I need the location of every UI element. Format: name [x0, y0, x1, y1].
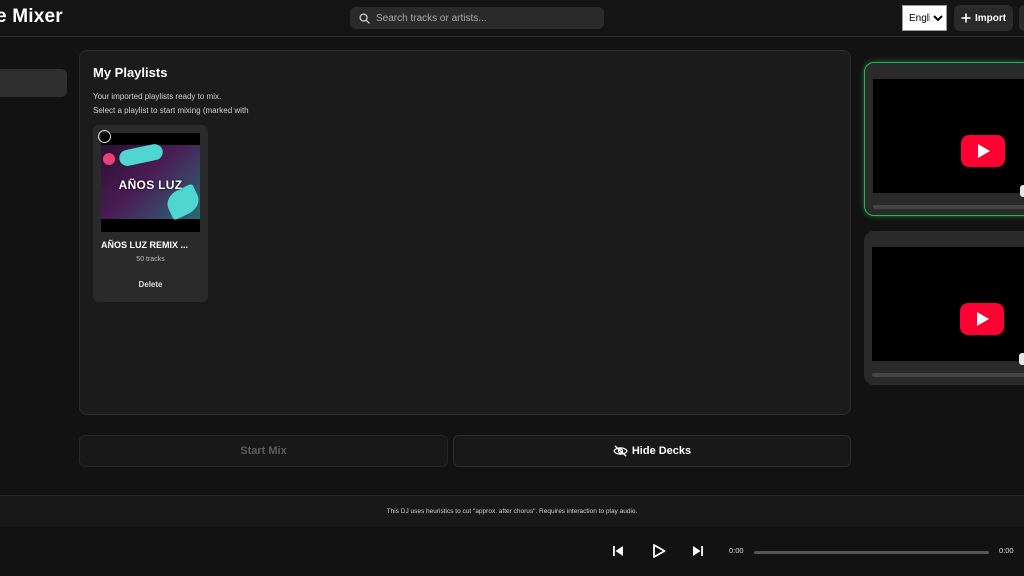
- plus-icon: [961, 13, 971, 23]
- header-extra-button[interactable]: [1019, 5, 1024, 31]
- search-icon: [359, 12, 370, 24]
- skip-previous-icon: [613, 546, 623, 556]
- footer-note: This DJ uses heuristics to cut "approx. …: [0, 495, 1024, 527]
- artwork-shape: [103, 153, 115, 165]
- sidebar-item[interactable]: [0, 69, 67, 97]
- hide-decks-button[interactable]: Hide Decks: [453, 435, 851, 467]
- search-box[interactable]: [350, 7, 604, 29]
- playlists-panel: My Playlists Your imported playlists rea…: [79, 50, 851, 415]
- app-title: e Mixer: [0, 6, 63, 27]
- video-control-icon[interactable]: [1019, 353, 1024, 365]
- deck-a-video[interactable]: [873, 79, 1024, 197]
- import-label: Import: [974, 12, 1007, 24]
- deck-a-progress[interactable]: [873, 205, 1024, 209]
- deck-b: [864, 231, 1024, 385]
- playlist-name: AÑOS LUZ REMIX ...: [101, 240, 189, 250]
- total-time: 0:00: [999, 546, 1014, 555]
- youtube-play-icon[interactable]: [960, 303, 1004, 335]
- deck-b-progress[interactable]: [872, 373, 1024, 377]
- playlist-track-count: 50 tracks: [136, 256, 165, 263]
- top-bar: e Mixer English Import: [0, 0, 1024, 37]
- eye-off-icon: [613, 445, 628, 457]
- video-control-icon[interactable]: [1020, 185, 1024, 197]
- hide-decks-label: Hide Decks: [631, 445, 692, 457]
- player-bar: 0:00 0:00: [0, 527, 1024, 576]
- previous-track-button[interactable]: [612, 545, 624, 560]
- playlist-thumbnail: AÑOS LUZ: [101, 133, 200, 232]
- panel-instruction: Select a playlist to start mixing (marke…: [93, 106, 249, 115]
- delete-playlist-button[interactable]: Delete: [123, 276, 178, 292]
- playlist-select-radio[interactable]: [98, 130, 111, 143]
- skip-next-icon: [693, 546, 703, 556]
- current-time: 0:00: [729, 546, 744, 555]
- start-mix-button[interactable]: Start Mix: [79, 435, 448, 467]
- panel-subtitle: Your imported playlists ready to mix.: [93, 92, 222, 101]
- playlist-card[interactable]: AÑOS LUZ AÑOS LUZ REMIX ... 50 tracks De…: [93, 125, 208, 302]
- deck-b-video[interactable]: [872, 247, 1024, 365]
- play-icon: [653, 544, 666, 558]
- deck-a: [864, 62, 1024, 216]
- play-button[interactable]: [652, 544, 666, 561]
- youtube-play-icon[interactable]: [961, 135, 1005, 167]
- artwork-shape: [117, 142, 165, 168]
- import-button[interactable]: Import: [954, 5, 1013, 31]
- search-input[interactable]: [376, 12, 586, 24]
- playback-progress-bar[interactable]: [754, 551, 989, 554]
- artwork-text: AÑOS LUZ: [118, 178, 183, 192]
- playlist-artwork: AÑOS LUZ: [101, 142, 200, 221]
- language-select[interactable]: English: [902, 5, 947, 31]
- panel-title: My Playlists: [93, 65, 168, 80]
- next-track-button[interactable]: [692, 545, 704, 560]
